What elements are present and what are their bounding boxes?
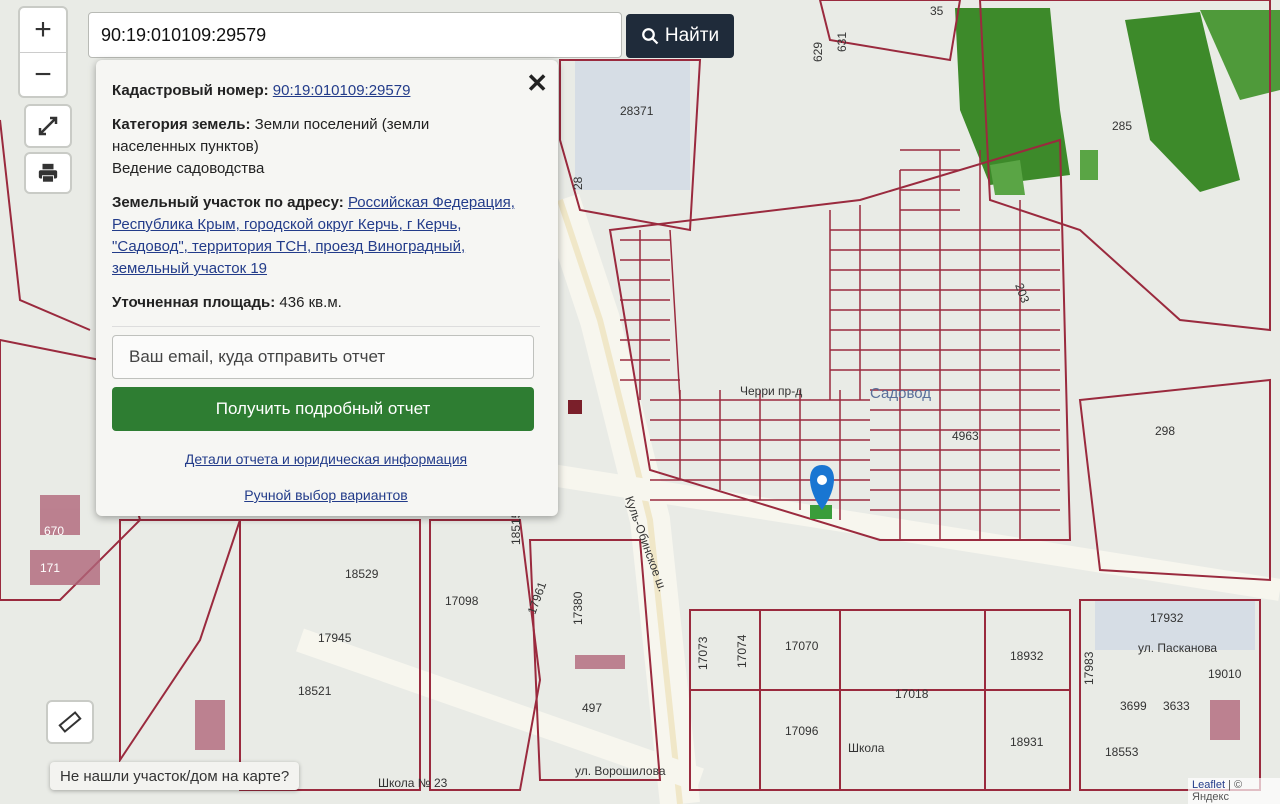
zoom-out-button[interactable]: − bbox=[20, 52, 66, 96]
address-label: Земельный участок по адресу: bbox=[112, 194, 344, 211]
measure-button[interactable] bbox=[46, 700, 94, 744]
svg-text:Садовод: Садовод bbox=[870, 385, 931, 402]
svg-text:18515: 18515 bbox=[509, 511, 523, 545]
address-row: Земельный участок по адресу: Российская … bbox=[112, 192, 540, 280]
not-found-link[interactable]: Не нашли участок/дом на карте? bbox=[50, 762, 300, 790]
area-row: Уточненная площадь: 436 кв.м. bbox=[112, 292, 540, 314]
svg-text:631: 631 bbox=[835, 32, 849, 52]
svg-text:3699: 3699 bbox=[1120, 699, 1147, 713]
svg-text:17380: 17380 bbox=[571, 591, 585, 625]
svg-text:4963: 4963 bbox=[952, 429, 979, 443]
svg-text:3633: 3633 bbox=[1163, 699, 1190, 713]
zoom-control: + − bbox=[18, 6, 68, 98]
svg-text:171: 171 bbox=[40, 561, 60, 575]
svg-text:497: 497 bbox=[582, 701, 602, 715]
parcel-info-popup: ✕ Кадастровый номер: 90:19:010109:29579 … bbox=[96, 60, 558, 516]
svg-text:28: 28 bbox=[571, 176, 585, 190]
svg-text:629: 629 bbox=[811, 42, 825, 62]
area-value: 436 кв.м. bbox=[279, 294, 342, 311]
map-attribution: Leaflet | © Яндекс bbox=[1188, 778, 1280, 804]
svg-text:Школа № 23: Школа № 23 bbox=[378, 776, 448, 790]
svg-text:Черри пр-д: Черри пр-д bbox=[740, 384, 802, 398]
svg-text:18521: 18521 bbox=[298, 684, 332, 698]
zoom-in-button[interactable]: + bbox=[20, 8, 66, 52]
email-field[interactable] bbox=[112, 335, 534, 379]
search-box bbox=[88, 12, 622, 58]
svg-text:28371: 28371 bbox=[620, 104, 654, 118]
svg-text:17932: 17932 bbox=[1150, 611, 1184, 625]
svg-text:17070: 17070 bbox=[785, 639, 819, 653]
cadastral-search-input[interactable] bbox=[89, 13, 621, 57]
svg-text:ул. Ворошилова: ул. Ворошилова bbox=[575, 764, 666, 778]
svg-text:ул. Пасканова: ул. Пасканова bbox=[1138, 641, 1217, 655]
get-report-button[interactable]: Получить подробный отчет bbox=[112, 387, 534, 431]
svg-text:17098: 17098 bbox=[445, 594, 479, 608]
svg-text:17945: 17945 bbox=[318, 631, 352, 645]
category-row: Категория земель: Земли поселений (земли… bbox=[112, 114, 540, 180]
printer-icon bbox=[38, 163, 58, 183]
svg-text:17073: 17073 bbox=[696, 636, 710, 670]
divider bbox=[112, 326, 540, 327]
svg-text:17018: 17018 bbox=[895, 687, 929, 701]
svg-text:18553: 18553 bbox=[1105, 745, 1139, 759]
leaflet-link[interactable]: Leaflet bbox=[1192, 779, 1225, 791]
svg-text:670: 670 bbox=[44, 524, 64, 538]
svg-text:18932: 18932 bbox=[1010, 649, 1044, 663]
svg-text:17983: 17983 bbox=[1082, 651, 1096, 685]
report-details-link[interactable]: Детали отчета и юридическая информация bbox=[112, 451, 540, 467]
print-button[interactable] bbox=[24, 152, 72, 194]
svg-text:Школа: Школа bbox=[848, 741, 885, 755]
svg-text:19010: 19010 bbox=[1208, 667, 1242, 681]
cadastral-number-link[interactable]: 90:19:010109:29579 bbox=[273, 82, 411, 99]
cadastral-label: Кадастровый номер: bbox=[112, 82, 269, 99]
fullscreen-button[interactable] bbox=[24, 104, 72, 148]
svg-text:298: 298 bbox=[1155, 424, 1175, 438]
category-value-1: Земли поселений (земли bbox=[254, 116, 430, 133]
cadastral-row: Кадастровый номер: 90:19:010109:29579 bbox=[112, 80, 540, 102]
search-button[interactable]: Найти bbox=[626, 14, 734, 58]
svg-text:17096: 17096 bbox=[785, 724, 819, 738]
category-label: Категория земель: bbox=[112, 116, 251, 133]
search-icon bbox=[642, 28, 659, 45]
area-label: Уточненная площадь: bbox=[112, 294, 276, 311]
search-button-label: Найти bbox=[664, 25, 720, 46]
svg-text:285: 285 bbox=[1112, 119, 1132, 133]
svg-text:18931: 18931 bbox=[1010, 735, 1044, 749]
manual-selection-link[interactable]: Ручной выбор вариантов bbox=[112, 487, 540, 503]
svg-text:17074: 17074 bbox=[735, 634, 749, 668]
category-use: Ведение садоводства bbox=[112, 160, 265, 177]
svg-text:35: 35 bbox=[930, 4, 944, 18]
expand-icon bbox=[38, 116, 58, 136]
category-value-2: населенных пунктов) bbox=[112, 138, 259, 155]
svg-text:18529: 18529 bbox=[345, 567, 379, 581]
close-icon[interactable]: ✕ bbox=[526, 68, 548, 99]
ruler-icon bbox=[58, 711, 82, 733]
